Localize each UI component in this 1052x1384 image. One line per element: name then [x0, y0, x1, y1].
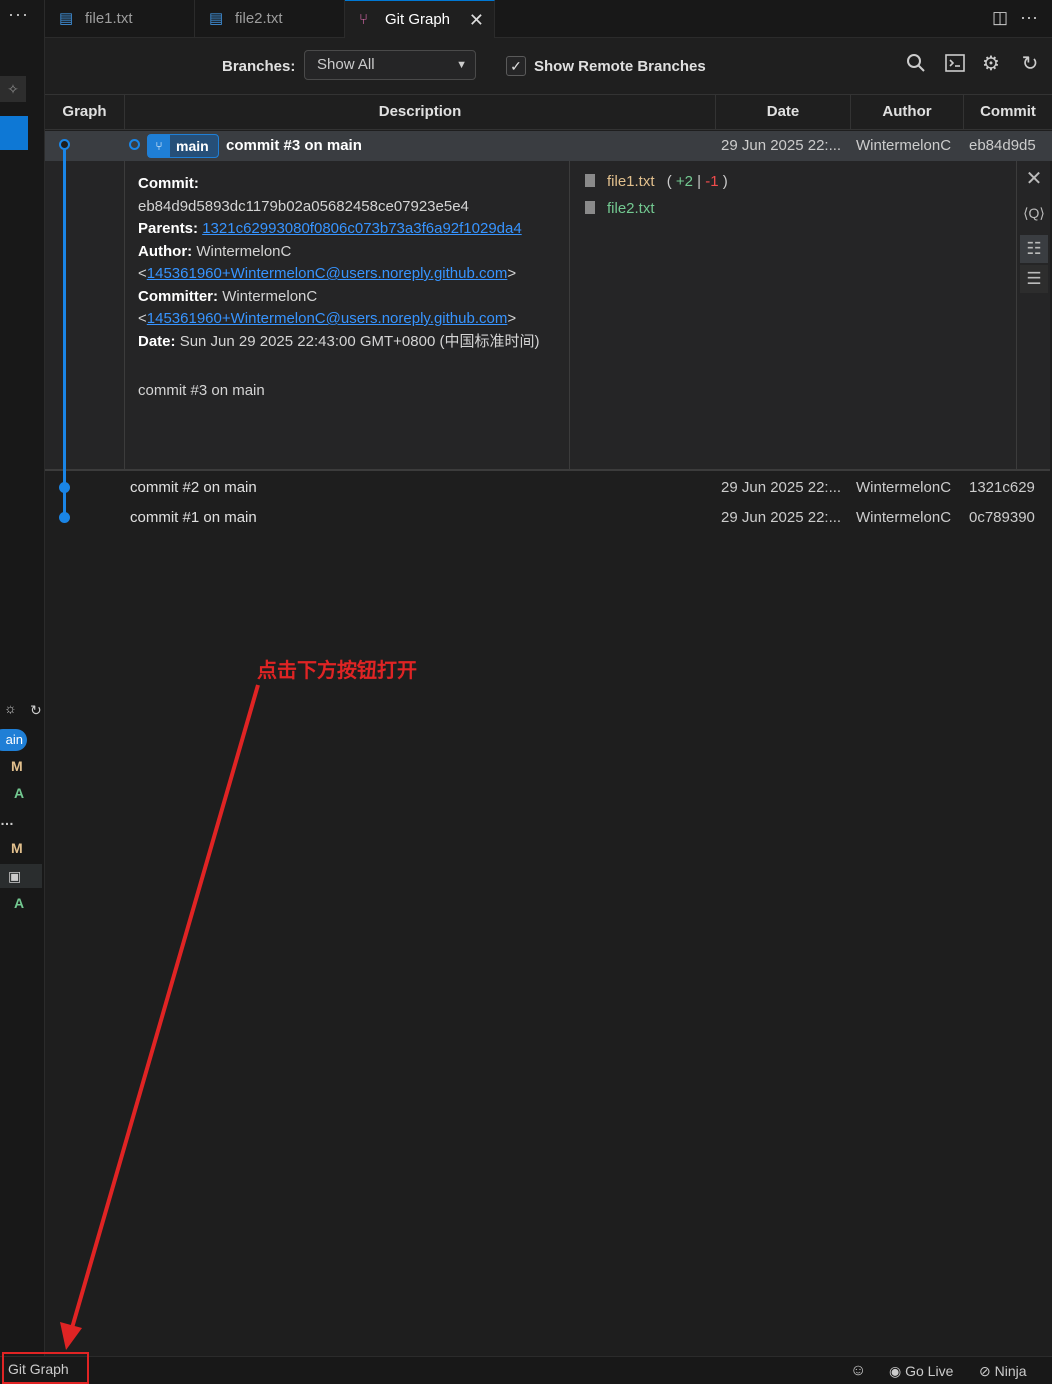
status-git-graph-button[interactable]: Git Graph — [2, 1352, 89, 1384]
ninja-button[interactable]: ⊘ Ninja — [979, 1357, 1027, 1384]
broadcast-icon: ◉ — [889, 1363, 902, 1379]
annotation-arrow — [60, 684, 260, 1350]
eye-off-icon: ⊘ — [979, 1363, 991, 1379]
go-live-label: Go Live — [905, 1363, 954, 1379]
go-live-button[interactable]: ◉ Go Live — [889, 1357, 953, 1384]
status-bar: Git Graph ☺ ◉ Go Live ⊘ Ninja — [0, 1352, 1052, 1384]
copilot-icon[interactable]: ☺ — [850, 1357, 866, 1384]
ninja-label: Ninja — [994, 1363, 1027, 1379]
